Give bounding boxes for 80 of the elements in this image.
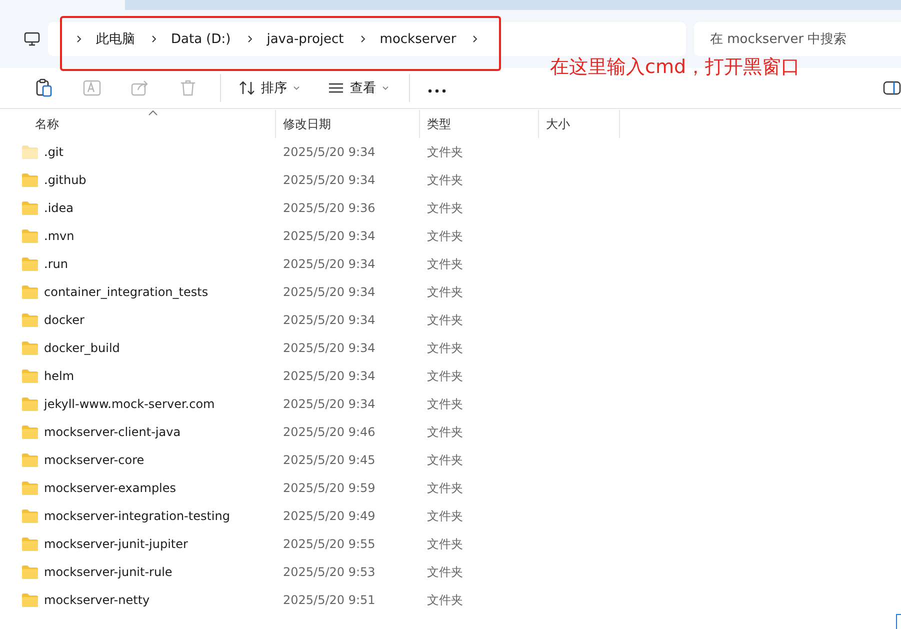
chevron-icon <box>360 34 366 44</box>
clipboard-icon <box>34 78 54 98</box>
chevron-icon <box>472 34 478 44</box>
modified-date: 2025/5/20 9:34 <box>282 369 376 383</box>
breadcrumb-item[interactable]: java-project <box>266 32 344 46</box>
file-type: 文件夹 <box>426 396 464 412</box>
modified-date: 2025/5/20 9:36 <box>282 201 376 215</box>
file-name[interactable]: .github <box>44 173 86 187</box>
modified-date: 2025/5/20 9:34 <box>282 341 376 355</box>
column-header[interactable]: 大小 <box>539 110 620 138</box>
file-name[interactable]: mockserver-core <box>44 453 144 467</box>
modified-date: 2025/5/20 9:53 <box>282 565 376 579</box>
modified-date: 2025/5/20 9:49 <box>282 509 376 523</box>
sort-caret-icon <box>148 110 158 116</box>
chevron-icon <box>151 34 157 44</box>
modified-date: 2025/5/20 9:46 <box>282 425 376 439</box>
modified-date: 2025/5/20 9:34 <box>282 173 376 187</box>
panel-icon[interactable] <box>883 81 901 95</box>
file-type: 文件夹 <box>426 480 464 496</box>
file-type: 文件夹 <box>426 536 464 552</box>
address-bar[interactable]: 此电脑 Data (D:) java-project mockserver <box>48 22 686 56</box>
file-name[interactable]: mockserver-integration-testing <box>44 509 230 523</box>
modified-date: 2025/5/20 9:34 <box>282 397 376 411</box>
sort-menu-button[interactable]: 排序 <box>233 75 306 101</box>
file-type: 文件夹 <box>426 228 464 244</box>
text-box-icon <box>82 78 102 98</box>
file-type: 文件夹 <box>426 284 464 300</box>
caret-icon <box>382 86 389 90</box>
file-type: 文件夹 <box>426 368 464 384</box>
file-type: 文件夹 <box>426 452 464 468</box>
file-type: 文件夹 <box>426 144 464 160</box>
file-name[interactable]: mockserver-netty <box>44 593 150 607</box>
file-type: 文件夹 <box>426 312 464 328</box>
modified-date: 2025/5/20 9:34 <box>282 285 376 299</box>
file-type: 文件夹 <box>426 200 464 216</box>
file-name[interactable]: mockserver-junit-jupiter <box>44 537 188 551</box>
modified-date: 2025/5/20 9:34 <box>282 313 376 327</box>
modified-date: 2025/5/20 9:34 <box>282 229 376 243</box>
file-name[interactable]: docker_build <box>44 341 120 355</box>
more-dots-icon <box>428 88 446 92</box>
column-header[interactable]: 名称 <box>0 110 276 138</box>
file-name[interactable]: mockserver-client-java <box>44 425 181 439</box>
modified-date: 2025/5/20 9:51 <box>282 593 376 607</box>
file-type: 文件夹 <box>426 340 464 356</box>
file-type: 文件夹 <box>426 508 464 524</box>
file-name[interactable]: .idea <box>44 201 74 215</box>
modified-date: 2025/5/20 9:59 <box>282 481 376 495</box>
file-name[interactable]: helm <box>44 369 74 383</box>
search-field[interactable]: 在 mockserver 中搜索 <box>694 22 901 56</box>
column-header[interactable]: 修改日期 <box>276 110 420 138</box>
modified-date: 2025/5/20 9:34 <box>282 145 376 159</box>
file-name[interactable]: .git <box>44 145 64 159</box>
breadcrumb-item[interactable]: Data (D:) <box>171 32 231 46</box>
monitor-icon[interactable] <box>24 31 40 47</box>
file-name[interactable]: jekyll-www.mock-server.com <box>44 397 215 411</box>
file-name[interactable]: mockserver-examples <box>44 481 176 495</box>
breadcrumb-item[interactable]: mockserver <box>380 32 456 46</box>
breadcrumb-item[interactable]: 此电脑 <box>96 30 135 48</box>
file-name[interactable]: .run <box>44 257 68 271</box>
file-name[interactable]: .mvn <box>44 229 74 243</box>
file-type: 文件夹 <box>426 256 464 272</box>
file-type: 文件夹 <box>426 592 464 608</box>
trash-icon <box>178 78 198 98</box>
file-name[interactable]: docker <box>44 313 84 327</box>
modified-date: 2025/5/20 9:34 <box>282 257 376 271</box>
share-arrow-icon <box>130 78 150 98</box>
file-name[interactable]: container_integration_tests <box>44 285 208 299</box>
modified-date: 2025/5/20 9:45 <box>282 453 376 467</box>
file-name[interactable]: mockserver-junit-rule <box>44 565 172 579</box>
caret-icon <box>293 86 300 90</box>
column-header[interactable]: 类型 <box>420 110 539 138</box>
chevron-icon <box>246 34 253 44</box>
annotation-text: 在这里输入cmd，打开黑窗口 <box>550 55 800 80</box>
file-type: 文件夹 <box>426 172 464 188</box>
sort-arrows-icon <box>239 80 255 96</box>
view-menu-button[interactable]: 查看 <box>322 75 395 101</box>
chevron-icon <box>76 34 82 44</box>
modified-date: 2025/5/20 9:55 <box>282 537 376 551</box>
file-type: 文件夹 <box>426 564 464 580</box>
file-type: 文件夹 <box>426 424 464 440</box>
